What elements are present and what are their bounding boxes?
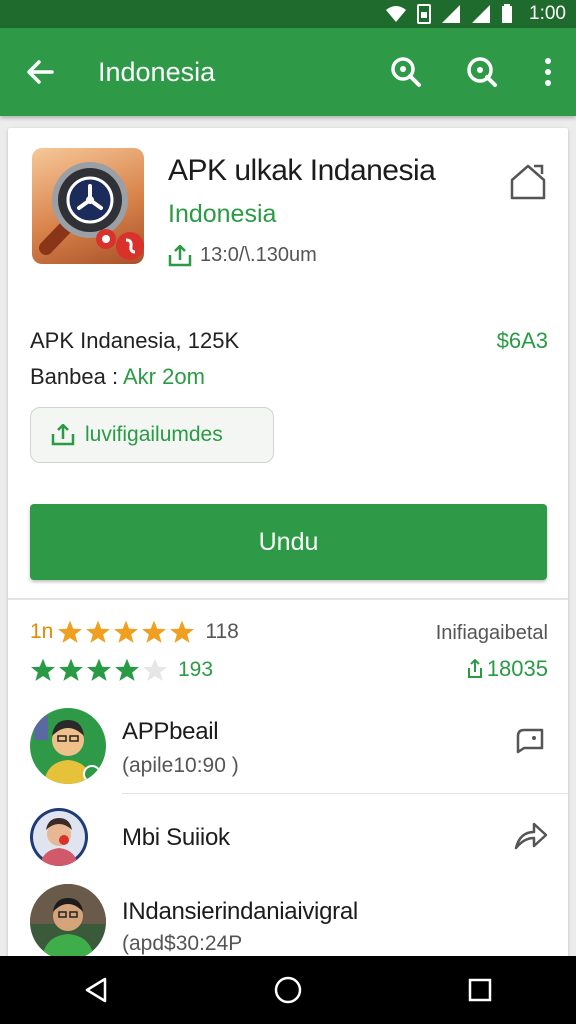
- search-icon-2: [467, 57, 497, 87]
- share-button[interactable]: [512, 818, 548, 854]
- rating-row-1-lead: 1n: [30, 620, 54, 643]
- star-filled-icon: [58, 620, 83, 643]
- app-developer[interactable]: Indonesia: [168, 200, 276, 229]
- home-icon: [510, 164, 546, 200]
- search-icon: [391, 57, 421, 87]
- wifi-icon: [386, 6, 407, 22]
- home-button[interactable]: [506, 160, 550, 204]
- message-icon: [516, 728, 544, 754]
- search-button[interactable]: [368, 28, 444, 116]
- install-chip[interactable]: luvifigailumdes: [30, 407, 274, 463]
- download-button[interactable]: Undu: [30, 504, 547, 580]
- nav-home-button[interactable]: [258, 960, 318, 1020]
- list-item-action[interactable]: [512, 724, 548, 760]
- back-arrow-icon: [27, 60, 54, 84]
- rating-row-1: 1n 118: [30, 614, 239, 650]
- star-filled-icon: [31, 658, 55, 681]
- details-line-2-prefix: Banbea :: [30, 364, 119, 389]
- install-chip-label: luvifigailumdes: [85, 423, 223, 446]
- star-filled-icon: [114, 620, 139, 643]
- rating-row-2: 193: [30, 652, 213, 688]
- more-vert-icon: [545, 58, 551, 86]
- status-time: 1:00: [529, 3, 566, 24]
- details-line-2-value: Akr 2om: [122, 364, 205, 389]
- sim-icon: [417, 4, 432, 24]
- search-button-2[interactable]: [444, 28, 520, 116]
- ratings-right-value-text: 18035: [486, 656, 548, 681]
- list-item-subtitle: (apile10:90 ): [122, 754, 239, 777]
- app-icon: [32, 148, 144, 264]
- star-filled-icon: [86, 620, 111, 643]
- battery-icon: [502, 4, 513, 23]
- system-nav-bar: [0, 956, 576, 1024]
- price-label: $6A3: [496, 328, 548, 353]
- rating-stars-2: [30, 657, 168, 683]
- star-empty-icon: [143, 658, 167, 681]
- app-bar: Indonesia: [0, 28, 576, 116]
- star-filled-icon: [115, 658, 139, 681]
- avatar: [30, 808, 88, 866]
- list-item-title: Mbi Suiiok: [122, 824, 230, 851]
- nav-recents-button[interactable]: [450, 960, 510, 1020]
- install-icon: [51, 424, 75, 446]
- star-filled-icon: [170, 620, 195, 643]
- section-divider: [8, 598, 568, 600]
- avatar: [30, 884, 106, 960]
- star-filled-icon: [142, 620, 167, 643]
- ratings-right-value: 18035: [467, 656, 548, 682]
- app-logo-graphic: [39, 162, 144, 260]
- back-button[interactable]: [0, 28, 80, 116]
- install-icon: [168, 244, 192, 266]
- list-item-title: INdansierindaniaivigral: [122, 898, 358, 925]
- star-filled-icon: [59, 658, 83, 681]
- rating-row-2-count: 193: [178, 658, 214, 681]
- signal-icon-2: [472, 5, 491, 23]
- status-bar: 1:00: [0, 0, 576, 28]
- list-divider: [122, 793, 568, 794]
- list-item-subtitle: (apd$30:24P: [122, 932, 243, 955]
- star-filled-icon: [87, 658, 111, 681]
- list-item-title: APPbeail: [122, 718, 219, 745]
- app-detail-card: APK ulkak Indanesia Indonesia 13:0/\.130…: [8, 128, 568, 968]
- details-line-2: Banbea : Akr 2om: [30, 364, 205, 390]
- ratings-right-label: Inifiagaibetal: [435, 622, 548, 644]
- app-meta-text: 13:0/\.130um: [200, 244, 317, 266]
- details-line-1: APK Indanesia, 125K: [30, 328, 240, 353]
- nav-home-icon: [274, 976, 302, 1004]
- avatar: [30, 708, 106, 784]
- app-meta: 13:0/\.130um: [168, 244, 317, 267]
- rating-stars-1: [57, 619, 195, 645]
- signal-icon: [442, 5, 461, 23]
- nav-recents-icon: [468, 978, 492, 1002]
- rating-row-1-count: 118: [205, 620, 239, 643]
- share-icon: [514, 822, 548, 850]
- app-title: APK ulkak Indanesia: [168, 154, 436, 187]
- overflow-menu-button[interactable]: [520, 28, 576, 116]
- app-bar-title: Indonesia: [98, 56, 216, 87]
- nav-back-button[interactable]: [66, 960, 126, 1020]
- install-icon: [467, 659, 482, 678]
- nav-back-icon: [85, 977, 107, 1003]
